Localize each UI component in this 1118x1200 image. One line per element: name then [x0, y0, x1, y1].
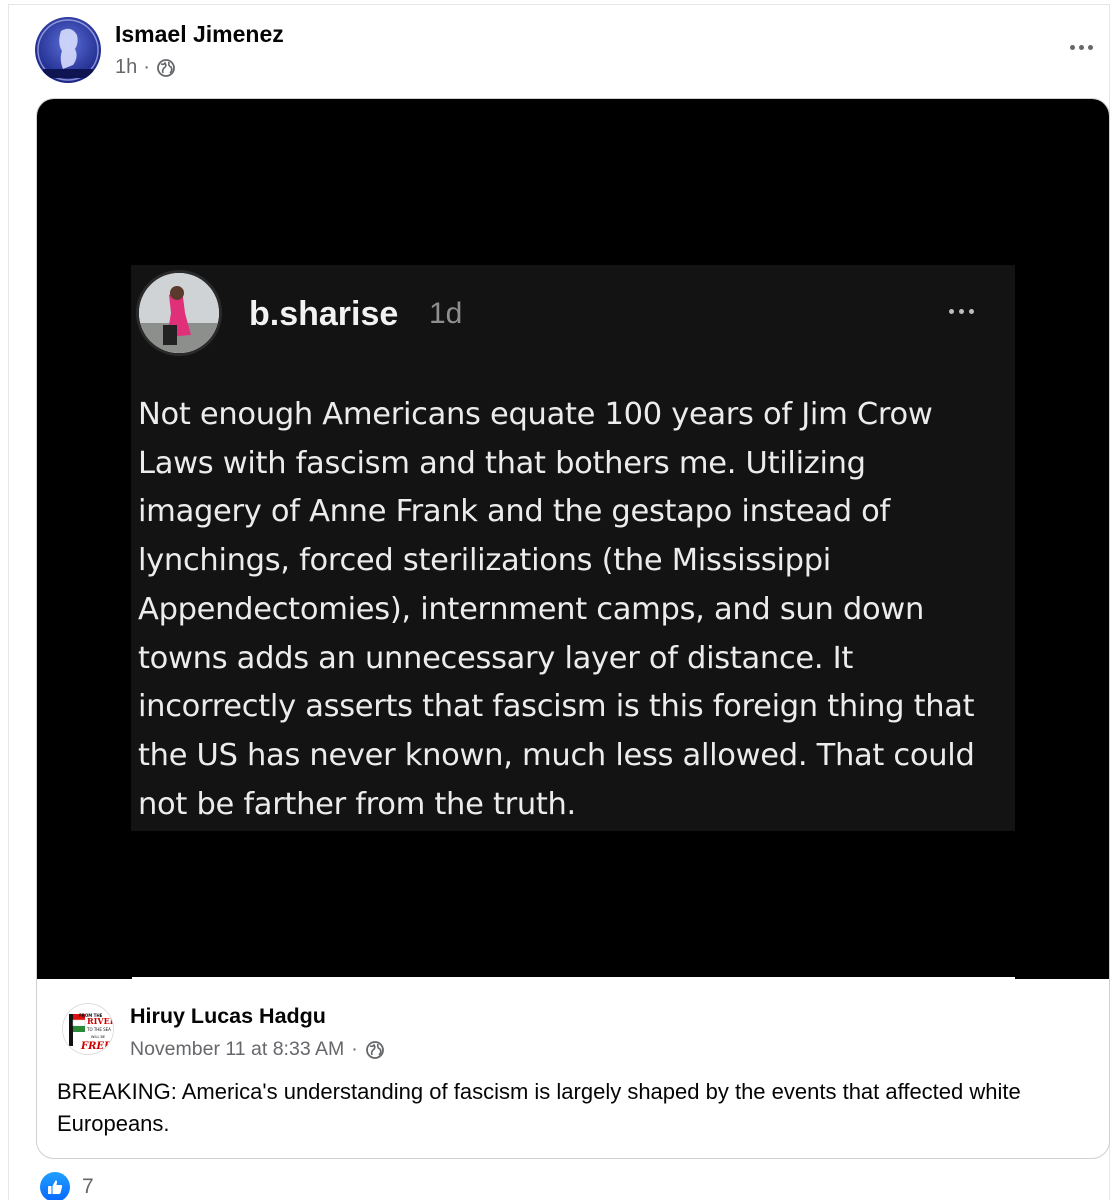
media-divider [132, 977, 1015, 980]
shared-author-name[interactable]: Hiruy Lucas Hadgu [130, 1004, 326, 1029]
reactions-summary[interactable]: 7 [40, 1172, 94, 1200]
svg-text:TO THE SEA: TO THE SEA [86, 1027, 111, 1032]
globe-icon[interactable] [156, 58, 176, 78]
shared-post-meta: November 11 at 8:33 AM · [130, 1038, 385, 1061]
author-name[interactable]: Ismael Jimenez [115, 21, 284, 48]
screenshot-of-social-post: b.sharise 1d Not enough Americans equate… [131, 265, 1015, 831]
author-avatar[interactable] [35, 17, 101, 83]
like-icon [40, 1172, 70, 1200]
shared-author-avatar[interactable]: FROM THE RIVER TO THE SEA WILL BE FREE [62, 1003, 114, 1055]
shared-post-text: BREAKING: America's understanding of fas… [57, 1079, 1021, 1136]
svg-text:FREE: FREE [80, 1041, 112, 1052]
post-text: Not enough Americans equate 100 years of… [138, 397, 975, 822]
profile-avatar [136, 270, 222, 356]
meta-separator: · [351, 1038, 358, 1060]
post-card: Ismael Jimenez 1h · b.sharise 1d Not eno… [8, 4, 1110, 1200]
post-meta: 1h · [115, 56, 176, 79]
meta-separator: · [143, 56, 150, 78]
reaction-count[interactable]: 7 [82, 1175, 94, 1199]
shared-post-card[interactable]: b.sharise 1d Not enough Americans equate… [36, 98, 1110, 1159]
svg-text:WILL BE: WILL BE [91, 1035, 105, 1039]
post-time[interactable]: 1h [115, 56, 137, 79]
svg-text:RIVER: RIVER [87, 1016, 114, 1026]
more-horizontal-icon [949, 309, 974, 314]
post-image[interactable]: b.sharise 1d Not enough Americans equate… [37, 99, 1109, 979]
username: b.sharise [249, 295, 399, 333]
post-age: 1d [429, 297, 463, 330]
more-options-button[interactable] [1057, 31, 1105, 63]
more-horizontal-icon [1069, 44, 1075, 50]
shared-post-date[interactable]: November 11 at 8:33 AM [130, 1038, 344, 1061]
globe-icon[interactable] [365, 1040, 385, 1060]
